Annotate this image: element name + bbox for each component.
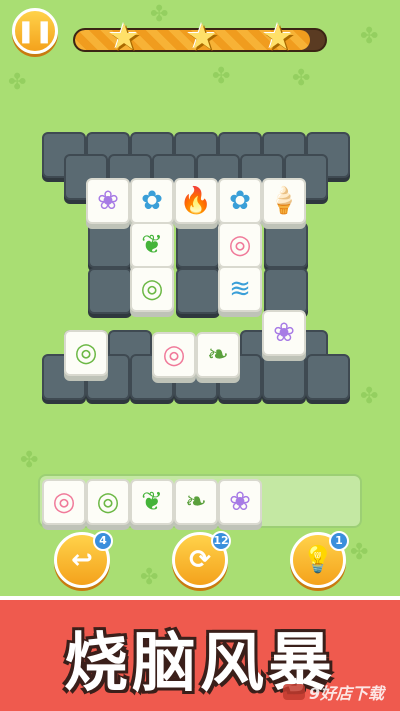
green-roll-cake-icon: ◎ bbox=[140, 274, 164, 304]
cotton-icon: ✿ bbox=[229, 186, 251, 216]
lightbulb-icon: 💡 bbox=[301, 545, 335, 575]
promo-banner: 烧脑风暴 9好店下载 bbox=[0, 596, 400, 711]
clover-decoration: ✤ bbox=[140, 565, 159, 590]
tray-tile: ◎ bbox=[42, 479, 86, 525]
watermark: 9好店下载 bbox=[282, 680, 384, 704]
undo-arrow-icon: ↩ bbox=[71, 545, 93, 575]
flower-icon: ❀ bbox=[273, 318, 295, 348]
clover-decoration: ✤ bbox=[292, 66, 311, 91]
shuffle-count-badge: 12 bbox=[211, 531, 231, 551]
dumpling-icon: ❧ bbox=[207, 340, 229, 370]
pea-pod-icon: ❦ bbox=[141, 487, 163, 517]
pink-roll-cake-icon: ◎ bbox=[228, 230, 252, 260]
tray-tile: ◎ bbox=[86, 479, 130, 525]
board-tile[interactable]: ◎ bbox=[64, 330, 108, 376]
board-tile[interactable]: ◎ bbox=[152, 332, 196, 378]
undo-button[interactable]: ↩ 4 bbox=[54, 531, 113, 588]
pea-pod-icon: ❦ bbox=[141, 230, 163, 260]
covered-tile bbox=[88, 268, 132, 314]
board-tile[interactable]: 🍦 bbox=[262, 178, 306, 224]
clover-decoration: ✤ bbox=[360, 384, 379, 409]
undo-count-badge: 4 bbox=[93, 531, 113, 551]
tray-tile: ❧ bbox=[174, 479, 218, 525]
green-roll-cake-icon: ◎ bbox=[74, 338, 98, 368]
clover-decoration: ✤ bbox=[212, 64, 231, 89]
pause-icon: ❚❚ bbox=[16, 18, 54, 44]
shuffle-button[interactable]: ⟳ 12 bbox=[172, 531, 231, 588]
covered-tile bbox=[264, 222, 308, 268]
tile-tray: ◎ ◎ ❦ ❧ ❀ bbox=[38, 474, 362, 528]
star-icon: ★ bbox=[185, 17, 219, 58]
board-tile[interactable]: 🔥 bbox=[174, 178, 218, 224]
covered-tile bbox=[88, 222, 132, 268]
board-tile[interactable]: ✿ bbox=[218, 178, 262, 224]
shuffle-icon: ⟳ bbox=[189, 545, 211, 575]
board-tile[interactable]: ✿ bbox=[130, 178, 174, 224]
clover-decoration: ✤ bbox=[20, 448, 39, 473]
flower-icon: ❀ bbox=[229, 487, 251, 517]
flower-icon: ❀ bbox=[97, 186, 119, 216]
clover-decoration: ✤ bbox=[360, 24, 379, 49]
wave-icon: ≋ bbox=[229, 274, 251, 304]
covered-tile bbox=[264, 268, 308, 314]
green-roll-cake-icon: ◎ bbox=[96, 487, 120, 517]
clover-decoration: ✤ bbox=[150, 2, 169, 27]
board-tile[interactable]: ❀ bbox=[262, 310, 306, 356]
pink-roll-cake-icon: ◎ bbox=[162, 340, 186, 370]
board-tile[interactable]: ❦ bbox=[130, 222, 174, 268]
board-tile[interactable]: ❀ bbox=[86, 178, 130, 224]
covered-tile bbox=[176, 222, 220, 268]
tray-tile: ❀ bbox=[218, 479, 262, 525]
covered-tile bbox=[262, 354, 306, 400]
pink-roll-cake-icon: ◎ bbox=[52, 487, 76, 517]
cotton-icon: ✿ bbox=[141, 186, 163, 216]
hint-count-badge: 1 bbox=[329, 531, 349, 551]
watermark-logo-icon bbox=[282, 684, 305, 700]
tray-tile: ❦ bbox=[130, 479, 174, 525]
board-tile[interactable]: ◎ bbox=[130, 266, 174, 312]
campfire-icon: 🔥 bbox=[179, 186, 213, 216]
board-tile[interactable]: ❧ bbox=[196, 332, 240, 378]
ice-cream-icon: 🍦 bbox=[267, 186, 301, 216]
dumpling-icon: ❧ bbox=[185, 487, 207, 517]
hint-button[interactable]: 💡 1 bbox=[290, 531, 349, 588]
clover-decoration: ✤ bbox=[8, 70, 27, 95]
covered-tile bbox=[306, 354, 350, 400]
board-tile[interactable]: ≋ bbox=[218, 266, 262, 312]
covered-tile bbox=[176, 268, 220, 314]
star-icon: ★ bbox=[107, 17, 141, 58]
watermark-text: 9好店下载 bbox=[308, 684, 384, 703]
star-icon: ★ bbox=[261, 17, 295, 58]
clover-decoration: ✤ bbox=[350, 540, 369, 565]
board-tile[interactable]: ◎ bbox=[218, 222, 262, 268]
pause-button[interactable]: ❚❚ bbox=[12, 8, 58, 54]
